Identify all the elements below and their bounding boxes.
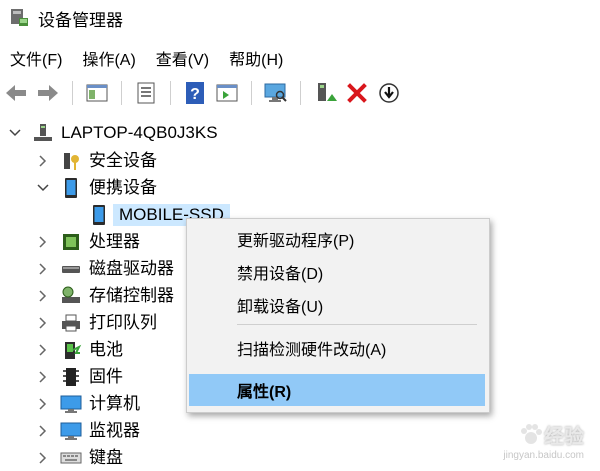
tree-item-label: 存储控制器 [89,286,174,305]
menu-item-label: 扫描检测硬件改动(A) [237,342,387,359]
chevron-right-icon[interactable] [36,397,50,411]
back-button[interactable] [2,79,30,107]
uninstall-button[interactable] [343,79,371,107]
chevron-right-icon[interactable] [36,154,50,168]
svg-text:?: ? [190,86,200,103]
toolbar-separator [251,81,252,105]
watermark-text: 经验 [544,426,584,448]
computer-icon [60,393,82,415]
chevron-right-icon[interactable] [36,370,50,384]
tree-item-label: 安全设备 [89,151,157,170]
tree-item-security[interactable]: 安全设备 [36,148,157,174]
disable-device-icon [379,83,399,103]
tree-item-label: 计算机 [89,394,140,413]
portable-device-icon [88,204,110,226]
back-icon [6,85,26,101]
update-driver-button[interactable] [311,79,339,107]
help-icon: ? [186,82,204,104]
chevron-right-icon[interactable] [36,262,50,276]
security-key-icon [60,150,82,172]
tree-item-label: 处理器 [89,232,140,251]
uninstall-icon [347,83,367,103]
action-pane-icon [216,84,238,102]
tree-item-label: 磁盘驱动器 [89,259,174,278]
disable-device-button[interactable] [375,79,403,107]
menu-file[interactable]: 文件(F) [0,46,72,70]
toolbar: ? [0,76,600,110]
computer-tower-icon [32,122,54,144]
monitor-scan-icon [264,83,287,102]
tree-item-firmware[interactable]: 固件 [36,364,123,390]
show-hide-console-tree-icon [86,84,108,102]
properties-icon [137,82,155,104]
tree-item-computer[interactable]: 计算机 [36,391,140,417]
tree-item-label: 监视器 [89,421,140,440]
storage-controller-icon [60,285,82,307]
forward-icon [38,85,58,101]
printer-icon [60,312,82,334]
toolbar-separator [72,81,73,105]
paw-logo-icon [521,423,542,444]
portable-device-icon [60,177,82,199]
disk-drive-icon [60,258,82,280]
menu-separator [237,324,477,325]
toolbar-separator [300,81,301,105]
tree-item-print-queue[interactable]: 打印队列 [36,310,157,336]
menu-item-label: 更新驱动程序(P) [237,233,355,250]
tree-item-portable[interactable]: 便携设备 [36,175,157,201]
firmware-icon [60,366,82,388]
tree-item-monitor[interactable]: 监视器 [36,418,140,444]
tree-item-label: 固件 [89,367,123,386]
tree-item-label: 打印队列 [89,313,157,332]
chevron-down-icon[interactable] [8,126,22,140]
forward-button[interactable] [34,79,62,107]
keyboard-icon [60,447,82,469]
tree-item-processor[interactable]: 处理器 [36,229,140,255]
chevron-right-icon[interactable] [36,343,50,357]
menu-item-label: 属性(R) [237,384,292,401]
chevron-right-icon[interactable] [36,424,50,438]
toolbar-separator [170,81,171,105]
watermark: 经验 jingyan.baidu.com [503,420,584,461]
device-manager-icon [11,9,28,26]
tree-root-label: LAPTOP-4QB0J3KS [61,123,218,142]
menu-item-properties[interactable]: 属性(R) [189,374,485,406]
tree-item-storage[interactable]: 存储控制器 [36,283,174,309]
tree-item-label: 键盘 [89,448,123,467]
console-tree-button[interactable] [83,79,111,107]
tree-item-keyboard[interactable]: 键盘 [36,445,123,471]
menu-help[interactable]: 帮助(H) [219,46,293,70]
tree-item-battery[interactable]: 电池 [36,337,123,363]
context-menu: 更新驱动程序(P) 禁用设备(D) 卸载设备(U) 扫描检测硬件改动(A) 属性… [186,218,490,413]
watermark-url: jingyan.baidu.com [503,450,584,461]
title-bar: 设备管理器 [0,0,600,36]
window-title: 设备管理器 [38,10,123,30]
tree-root[interactable]: LAPTOP-4QB0J3KS [8,120,218,146]
properties-button[interactable] [132,79,160,107]
battery-icon [60,339,82,361]
chevron-right-icon[interactable] [36,289,50,303]
tree-item-label: 便携设备 [89,178,157,197]
processor-icon [60,231,82,253]
menu-item-update-driver[interactable]: 更新驱动程序(P) [189,223,485,255]
help-button[interactable]: ? [181,79,209,107]
scan-hardware-button[interactable] [262,79,290,107]
tree-item-disk[interactable]: 磁盘驱动器 [36,256,174,282]
monitor-icon [60,420,82,442]
menu-action[interactable]: 操作(A) [72,46,145,70]
menu-bar: 文件(F) 操作(A) 查看(V) 帮助(H) [0,44,600,72]
toolbar-separator [121,81,122,105]
chevron-right-icon[interactable] [36,316,50,330]
menu-item-label: 禁用设备(D) [237,266,324,283]
update-driver-icon [318,83,337,101]
menu-item-scan-hardware[interactable]: 扫描检测硬件改动(A) [189,332,485,364]
menu-item-uninstall-device[interactable]: 卸载设备(U) [189,289,485,321]
tree-item-label: 电池 [89,340,123,359]
chevron-right-icon[interactable] [36,235,50,249]
menu-view[interactable]: 查看(V) [146,46,219,70]
chevron-down-icon[interactable] [36,181,50,195]
menu-item-label: 卸载设备(U) [237,299,324,316]
action-pane-button[interactable] [213,79,241,107]
menu-item-disable-device[interactable]: 禁用设备(D) [189,256,485,288]
